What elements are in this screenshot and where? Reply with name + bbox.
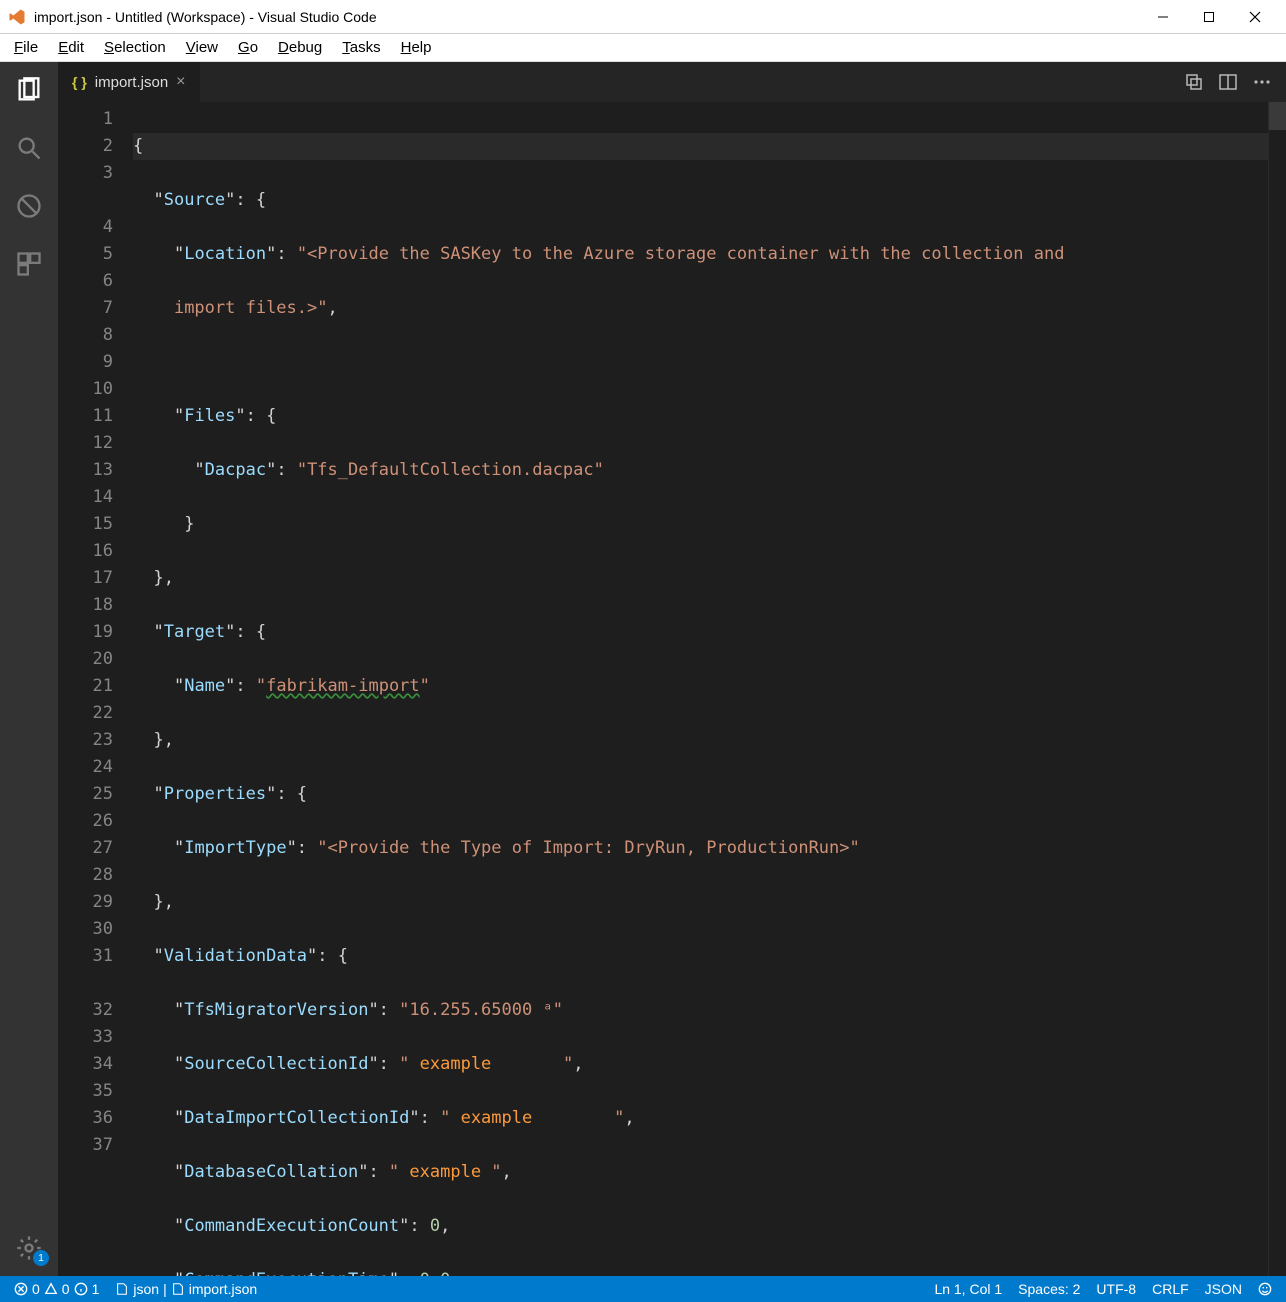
search-icon[interactable]	[11, 130, 47, 166]
menu-view[interactable]: View	[176, 37, 228, 58]
titlebar: import.json - Untitled (Workspace) - Vis…	[0, 0, 1286, 34]
status-feedback-icon[interactable]	[1254, 1276, 1276, 1302]
window-title: import.json - Untitled (Workspace) - Vis…	[34, 9, 1140, 25]
tab-label: import.json	[95, 74, 168, 91]
settings-badge: 1	[33, 1250, 49, 1266]
status-errors-count: 0	[32, 1281, 40, 1297]
menu-help[interactable]: Help	[391, 37, 442, 58]
maximize-button[interactable]	[1186, 0, 1232, 34]
window-controls	[1140, 0, 1278, 34]
status-encoding[interactable]: UTF-8	[1092, 1276, 1140, 1302]
vscode-icon	[8, 8, 26, 26]
status-problems[interactable]: 0 0 1	[10, 1276, 103, 1302]
explorer-icon[interactable]	[11, 72, 47, 108]
minimap-viewport[interactable]	[1269, 102, 1286, 130]
extensions-icon[interactable]	[11, 246, 47, 282]
statusbar: 0 0 1 json | import.json Ln 1, Col 1 Spa…	[0, 1276, 1286, 1302]
line-gutter: 1234567891011121314151617181920212223242…	[58, 102, 133, 1276]
status-breadcrumb[interactable]: json | import.json	[111, 1276, 261, 1302]
more-actions-icon[interactable]	[1252, 72, 1272, 92]
code-content[interactable]: { "Source": { "Location": "<Provide the …	[133, 102, 1268, 1276]
menu-go[interactable]: Go	[228, 37, 268, 58]
status-language[interactable]: JSON	[1201, 1276, 1246, 1302]
breadcrumb-folder: json	[133, 1281, 159, 1297]
menu-edit[interactable]: Edit	[48, 37, 94, 58]
tabbar: { } import.json ×	[58, 62, 1286, 102]
close-button[interactable]	[1232, 0, 1278, 34]
json-file-icon: { }	[72, 74, 87, 90]
menu-debug[interactable]: Debug	[268, 37, 332, 58]
minimize-button[interactable]	[1140, 0, 1186, 34]
main-area: 1 { } import.json × 12345678910111213141…	[0, 62, 1286, 1276]
status-eol[interactable]: CRLF	[1148, 1276, 1193, 1302]
file-icon	[115, 1282, 129, 1296]
editor-column: { } import.json × 1234567891011121314151…	[58, 62, 1286, 1276]
status-indent[interactable]: Spaces: 2	[1014, 1276, 1084, 1302]
tab-close-icon[interactable]: ×	[176, 73, 185, 91]
status-warnings-count: 0	[62, 1281, 70, 1297]
status-info-count: 1	[92, 1281, 100, 1297]
menubar: File Edit Selection View Go Debug Tasks …	[0, 34, 1286, 62]
settings-icon[interactable]: 1	[11, 1230, 47, 1266]
open-changes-icon[interactable]	[1184, 72, 1204, 92]
menu-tasks[interactable]: Tasks	[332, 37, 390, 58]
debug-icon[interactable]	[11, 188, 47, 224]
split-editor-icon[interactable]	[1218, 72, 1238, 92]
menu-file[interactable]: File	[4, 37, 48, 58]
activitybar: 1	[0, 62, 58, 1276]
file-icon	[171, 1282, 185, 1296]
editor[interactable]: 1234567891011121314151617181920212223242…	[58, 102, 1286, 1276]
tab-import-json[interactable]: { } import.json ×	[58, 62, 201, 102]
breadcrumb-file: import.json	[189, 1281, 257, 1297]
editor-actions	[1170, 62, 1286, 102]
status-cursor[interactable]: Ln 1, Col 1	[930, 1276, 1006, 1302]
minimap[interactable]	[1268, 102, 1286, 1276]
menu-selection[interactable]: Selection	[94, 37, 176, 58]
